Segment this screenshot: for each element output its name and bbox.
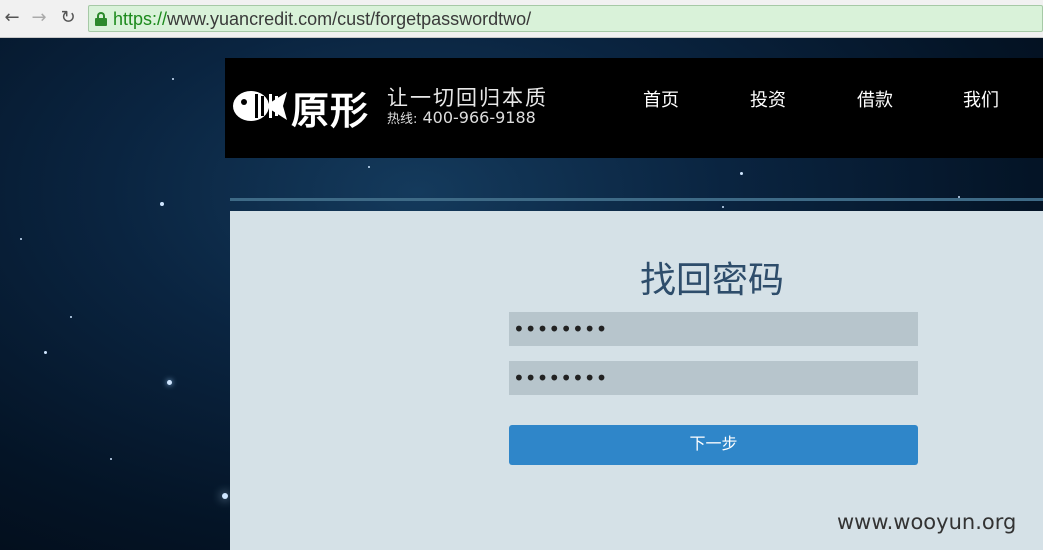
- nav-home[interactable]: 首页: [643, 86, 679, 112]
- reload-icon[interactable]: ↻: [56, 6, 80, 30]
- url-path: www.yuancredit.com/cust/forgetpasswordtw…: [167, 9, 532, 29]
- reset-password-panel: 找回密码 下一步: [230, 211, 1043, 550]
- fish-logo-icon[interactable]: [231, 84, 289, 128]
- browser-toolbar: ← → ↻ https://www.yuancredit.com/cust/fo…: [0, 0, 1043, 38]
- url-text[interactable]: https://www.yuancredit.com/cust/forgetpa…: [113, 9, 531, 30]
- new-password-input[interactable]: [509, 312, 918, 346]
- watermark: www.wooyun.org: [837, 510, 1017, 534]
- site-header: 原形 让一切回归本质 热线: 400-966-9188 首页 投资 借款 我们: [225, 58, 1043, 158]
- page-title: 找回密码: [639, 260, 784, 301]
- hotline-number: 400-966-9188: [422, 108, 536, 127]
- url-scheme: https://: [113, 9, 168, 29]
- header-divider: [230, 198, 1043, 201]
- address-bar[interactable]: https://www.yuancredit.com/cust/forgetpa…: [88, 5, 1043, 32]
- back-icon[interactable]: ←: [0, 6, 24, 30]
- hotline-label: 热线:: [387, 112, 418, 127]
- next-step-button[interactable]: 下一步: [509, 425, 918, 465]
- logo-text[interactable]: 原形: [291, 80, 369, 135]
- lock-icon: [95, 12, 107, 26]
- confirm-password-input[interactable]: [509, 361, 918, 395]
- forward-icon[interactable]: →: [27, 6, 51, 30]
- nav-about[interactable]: 我们: [963, 86, 999, 112]
- hotline: 热线: 400-966-9188: [387, 108, 536, 127]
- nav-borrow[interactable]: 借款: [857, 86, 893, 112]
- nav-invest[interactable]: 投资: [750, 86, 786, 112]
